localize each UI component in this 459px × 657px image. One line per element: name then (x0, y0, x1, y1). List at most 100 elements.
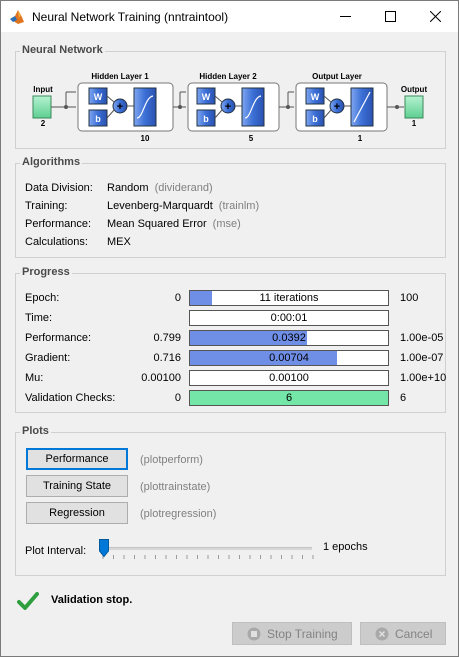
cancel-button[interactable]: Cancel (360, 622, 446, 645)
layer1-title: Hidden Layer 1 (91, 72, 149, 81)
status-message: Validation stop. (51, 594, 133, 606)
progress-bar: 11 iterations (189, 290, 389, 306)
plot-training-state-hint: (plottrainstate) (140, 481, 211, 493)
algorithm-value: Random (dividerand) (107, 182, 213, 194)
minimize-button[interactable] (323, 1, 368, 32)
progress-row: Performance: 0.799 0.0392 1.00e-05 (25, 330, 445, 347)
minimize-icon (340, 16, 351, 17)
progress-bar: 0:00:01 (189, 310, 389, 326)
algorithm-label: Calculations: (25, 236, 88, 248)
algorithm-function: (trainlm) (218, 200, 260, 212)
plot-interval-label: Plot Interval: (25, 545, 87, 557)
output-block (404, 95, 424, 119)
progress-current-value: 0.00704 (269, 352, 309, 364)
plot-performance-button[interactable]: Performance (26, 448, 128, 470)
progress-current-value: 0.0392 (272, 332, 306, 344)
input-block (32, 95, 52, 119)
window-title: Neural Network Training (nntraintool) (32, 10, 229, 24)
layer3-size: 1 (358, 134, 363, 143)
plot-interval-ticks (102, 555, 314, 559)
algorithms-panel: Algorithms Data Division: Random (divider… (15, 156, 446, 258)
algorithm-value: Mean Squared Error (mse) (107, 218, 241, 230)
progress-target-value: 6 (400, 392, 407, 404)
stop-training-label: Stop Training (267, 627, 338, 641)
progress-bar: 0.00704 (189, 350, 389, 366)
progress-target-value: 1.00e-05 (400, 332, 444, 344)
progress-target-value: 100 (400, 292, 419, 304)
progress-row: Time: 0:00:01 (25, 310, 445, 327)
cancel-icon (375, 627, 389, 641)
progress-bar: 0.0392 (189, 330, 389, 346)
plots-section-title: Plots (20, 425, 51, 437)
progress-start-value: 0.716 (153, 352, 181, 364)
input-label: Input (33, 85, 53, 94)
output-size: 1 (412, 119, 417, 128)
layer2-title: Hidden Layer 2 (199, 72, 257, 81)
algorithm-function: (dividerand) (154, 182, 213, 194)
plot-interval-value: 1 epochs (323, 541, 368, 553)
layer3-weight-label: W (311, 92, 320, 102)
layer1-bias-label: b (95, 114, 101, 124)
svg-text:+: + (117, 101, 123, 113)
progress-panel: Progress Epoch: 0 11 iterations 100 Time: 0:0… (15, 266, 447, 413)
algorithm-value-text: Levenberg-Marquardt (107, 200, 213, 212)
progress-bar: 6 (189, 390, 389, 406)
layer2-size: 5 (249, 134, 254, 143)
progress-start-value: 0 (174, 392, 181, 404)
progress-target-value: 1.00e-07 (400, 352, 444, 364)
layer3-bias-label: b (312, 114, 318, 124)
plots-panel: Plots Performance (plotperform) Training… (15, 425, 446, 576)
progress-label: Time: (25, 312, 53, 324)
input-size: 2 (41, 119, 46, 128)
layer1-weight-label: W (94, 92, 103, 102)
plot-regression-button[interactable]: Regression (26, 502, 128, 524)
progress-start-value: 0 (174, 292, 181, 304)
plot-regression-hint: (plotregression) (140, 508, 217, 520)
title-bar: Neural Network Training (nntraintool) (1, 1, 458, 32)
progress-section-title: Progress (20, 266, 72, 278)
network-panel: Neural Network Input 2 Hidden Layer 1 W … (15, 44, 446, 149)
stop-training-button[interactable]: Stop Training (232, 622, 352, 645)
progress-current-value: 0.00100 (269, 372, 309, 384)
progress-target-value: 1.00e+10 (400, 372, 447, 384)
progress-label: Validation Checks: (25, 392, 116, 404)
algorithm-value: Levenberg-Marquardt (trainlm) (107, 200, 259, 212)
algorithm-label: Performance: (25, 218, 92, 230)
matlab-icon (10, 10, 24, 24)
progress-current-value: 6 (285, 392, 293, 404)
progress-row: Validation Checks: 0 6 6 (25, 390, 445, 407)
progress-label: Mu: (25, 372, 44, 384)
output-label: Output (401, 85, 428, 94)
progress-start-value: 0.00100 (141, 372, 181, 384)
progress-row: Epoch: 0 11 iterations 100 (25, 290, 445, 307)
progress-label: Performance: (25, 332, 92, 344)
progress-current-value: 0:00:01 (270, 312, 308, 324)
progress-bar: 0.00100 (189, 370, 389, 386)
algorithm-value-text: MEX (107, 236, 131, 248)
algorithm-value-text: Random (107, 182, 149, 194)
progress-row: Mu: 0.00100 0.00100 1.00e+10 (25, 370, 447, 387)
network-diagram: Input 2 Hidden Layer 1 W b + 10 Hidden L… (32, 72, 428, 143)
training-window: Neural Network Training (nntraintool) Ne… (0, 0, 459, 657)
plot-interval-track[interactable] (102, 547, 312, 550)
plot-performance-hint: (plotperform) (140, 454, 203, 466)
close-button[interactable] (413, 1, 458, 32)
svg-text:+: + (225, 101, 231, 113)
progress-label: Epoch: (25, 292, 60, 304)
close-icon (430, 11, 441, 22)
layer3-title: Output Layer (312, 72, 362, 81)
plot-training-state-button[interactable]: Training State (26, 475, 128, 497)
layer2-weight-label: W (202, 92, 211, 102)
maximize-icon (385, 11, 396, 22)
layer2-bias-label: b (203, 114, 209, 124)
progress-start-value: 0.799 (153, 332, 181, 344)
maximize-button[interactable] (368, 1, 413, 32)
cancel-label: Cancel (395, 627, 433, 641)
layer1-size: 10 (141, 134, 150, 143)
algorithm-value-text: Mean Squared Error (107, 218, 207, 230)
progress-row: Gradient: 0.716 0.00704 1.00e-07 (25, 350, 445, 367)
algorithms-section-title: Algorithms (20, 156, 83, 168)
stop-icon (247, 627, 261, 641)
plot-interval-slider-thumb[interactable] (99, 539, 109, 557)
progress-current-value: 11 iterations (259, 292, 319, 304)
